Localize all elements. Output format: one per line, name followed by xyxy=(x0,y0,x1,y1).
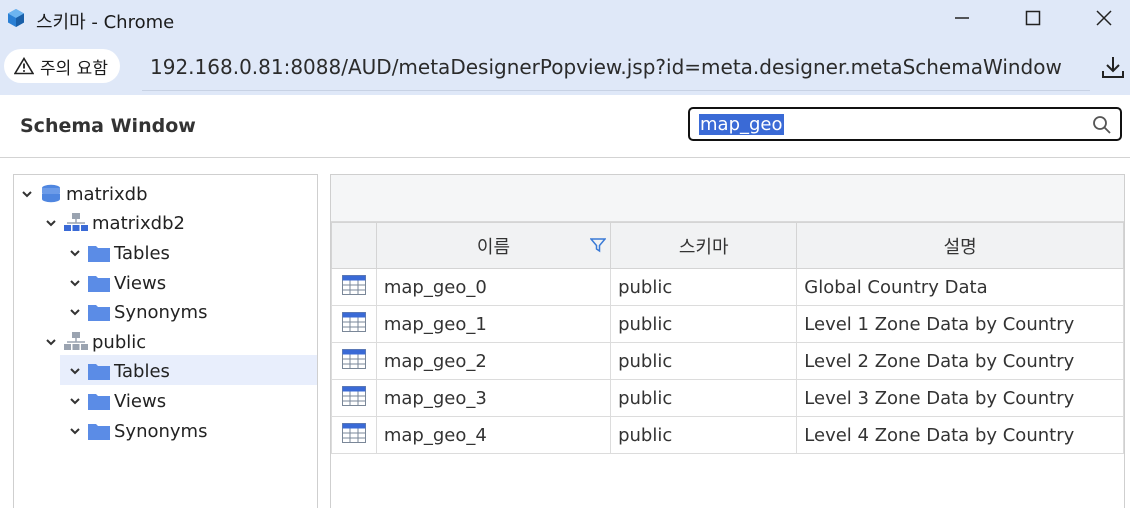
cell-schema: public xyxy=(610,268,798,306)
chevron-down-icon[interactable] xyxy=(68,305,82,319)
cell-name: map_geo_0 xyxy=(375,268,612,306)
tree-item-public[interactable]: public xyxy=(44,328,146,356)
cell-schema: public xyxy=(610,342,798,380)
cell-schema: public xyxy=(610,379,798,417)
tree-item-label: matrixdb2 xyxy=(92,212,185,234)
maximize-button[interactable] xyxy=(1003,0,1063,36)
tree-item-synonyms[interactable]: Synonyms xyxy=(68,298,207,326)
chevron-down-icon[interactable] xyxy=(44,216,58,230)
chevron-down-icon[interactable] xyxy=(68,364,82,378)
folder-icon xyxy=(88,364,110,380)
tree-item-label: Tables xyxy=(114,360,170,382)
row-icon-cell xyxy=(331,305,377,343)
address-divider xyxy=(142,90,1090,91)
cell-name: map_geo_4 xyxy=(375,416,612,454)
chevron-down-icon[interactable] xyxy=(44,335,58,349)
url-text[interactable]: 192.168.0.81:8088/AUD/metaDesignerPopvie… xyxy=(150,55,1062,79)
page-title: Schema Window xyxy=(20,115,196,137)
cell-name: map_geo_1 xyxy=(375,305,612,343)
search-input-value[interactable]: map_geo xyxy=(699,114,784,135)
maximize-icon xyxy=(1025,10,1041,26)
table-row[interactable]: map_geo_2 public Level 2 Zone Data by Co… xyxy=(331,342,1124,380)
chevron-down-icon[interactable] xyxy=(68,246,82,260)
grid-toolbar xyxy=(331,175,1124,222)
chevron-down-icon[interactable] xyxy=(68,276,82,290)
tree-item-label: Views xyxy=(114,390,167,412)
tree-item-matrixdb2[interactable]: matrixdb2 xyxy=(44,209,185,237)
column-header-name[interactable]: 이름 xyxy=(375,222,612,269)
window-titlebar: 스키마 - Chrome xyxy=(0,0,1130,38)
table-row[interactable]: map_geo_4 public Level 4 Zone Data by Co… xyxy=(331,416,1124,454)
table-icon xyxy=(341,311,366,332)
column-header-label: 스키마 xyxy=(678,236,729,258)
cell-name: map_geo_2 xyxy=(375,342,612,380)
row-icon-header xyxy=(331,222,377,269)
row-icon-cell xyxy=(331,268,377,306)
table-list-grid: 이름 스키마 설명 map_geo_0 public Global Countr… xyxy=(331,222,1124,454)
cell-description: Level 2 Zone Data by Country xyxy=(796,342,1124,380)
schema-window-header: Schema Window map_geo xyxy=(0,95,1130,158)
cell-schema: public xyxy=(610,305,798,343)
table-icon xyxy=(341,274,366,295)
close-button[interactable] xyxy=(1074,0,1130,36)
cell-description: Global Country Data xyxy=(796,268,1124,306)
address-bar: 주의 요함 192.168.0.81:8088/AUD/metaDesigner… xyxy=(0,38,1130,95)
search-input[interactable]: map_geo xyxy=(688,107,1122,141)
cell-description: Level 4 Zone Data by Country xyxy=(796,416,1124,454)
window-title: 스키마 - Chrome xyxy=(36,12,175,33)
minimize-icon xyxy=(955,17,969,19)
tree-item-label: Views xyxy=(114,272,167,294)
tree-item-label: Synonyms xyxy=(114,420,208,442)
download-icon[interactable] xyxy=(1100,54,1126,80)
cell-description: Level 1 Zone Data by Country xyxy=(796,305,1124,343)
table-icon xyxy=(341,422,366,443)
cell-name: map_geo_3 xyxy=(375,379,612,417)
tree-item-tables[interactable]: Tables xyxy=(68,239,170,267)
database-icon xyxy=(42,184,60,203)
app-cube-icon xyxy=(8,9,24,27)
column-header-label: 이름 xyxy=(476,236,511,258)
folder-icon xyxy=(88,424,110,440)
table-icon xyxy=(341,348,366,369)
column-header-schema[interactable]: 스키마 xyxy=(610,222,798,269)
security-warning-chip[interactable]: 주의 요함 xyxy=(4,49,120,83)
table-icon xyxy=(341,385,366,406)
tree-item-label: Tables xyxy=(114,242,170,264)
row-icon-cell xyxy=(331,416,377,454)
tree-item-matrixdb[interactable]: matrixdb xyxy=(20,180,148,208)
tree-item-views[interactable]: Views xyxy=(68,269,166,297)
table-row[interactable]: map_geo_0 public Global Country Data xyxy=(331,268,1124,306)
search-icon[interactable] xyxy=(1092,115,1112,135)
row-icon-cell xyxy=(331,342,377,380)
tree-item-label: public xyxy=(92,331,147,353)
tree-item-public-tables[interactable]: Tables xyxy=(68,357,170,385)
table-row[interactable]: map_geo_3 public Level 3 Zone Data by Co… xyxy=(331,379,1124,417)
filter-icon[interactable] xyxy=(590,237,607,253)
schema-icon xyxy=(64,213,88,231)
schema-icon xyxy=(64,332,88,350)
cell-schema: public xyxy=(610,416,798,454)
warning-icon xyxy=(14,57,34,75)
table-grid-panel: 이름 스키마 설명 map_geo_0 public Global Countr… xyxy=(330,174,1125,508)
tree-item-label: matrixdb xyxy=(66,183,148,205)
folder-icon xyxy=(88,276,110,292)
tree-item-public-views[interactable]: Views xyxy=(68,387,166,415)
chevron-down-icon[interactable] xyxy=(68,424,82,438)
close-icon xyxy=(1096,10,1112,26)
chevron-down-icon[interactable] xyxy=(20,187,34,201)
security-label: 주의 요함 xyxy=(40,58,108,79)
column-header-label: 설명 xyxy=(943,236,977,258)
row-icon-cell xyxy=(331,379,377,417)
folder-icon xyxy=(88,305,110,321)
folder-icon xyxy=(88,394,110,410)
folder-icon xyxy=(88,246,110,262)
chevron-down-icon[interactable] xyxy=(68,394,82,408)
cell-description: Level 3 Zone Data by Country xyxy=(796,379,1124,417)
tree-item-public-synonyms[interactable]: Synonyms xyxy=(68,417,207,445)
tree-item-label: Synonyms xyxy=(114,301,208,323)
minimize-button[interactable] xyxy=(932,0,992,36)
table-row[interactable]: map_geo_1 public Level 1 Zone Data by Co… xyxy=(331,305,1124,343)
column-header-description[interactable]: 설명 xyxy=(796,222,1124,269)
grid-header-row: 이름 스키마 설명 xyxy=(331,222,1124,269)
